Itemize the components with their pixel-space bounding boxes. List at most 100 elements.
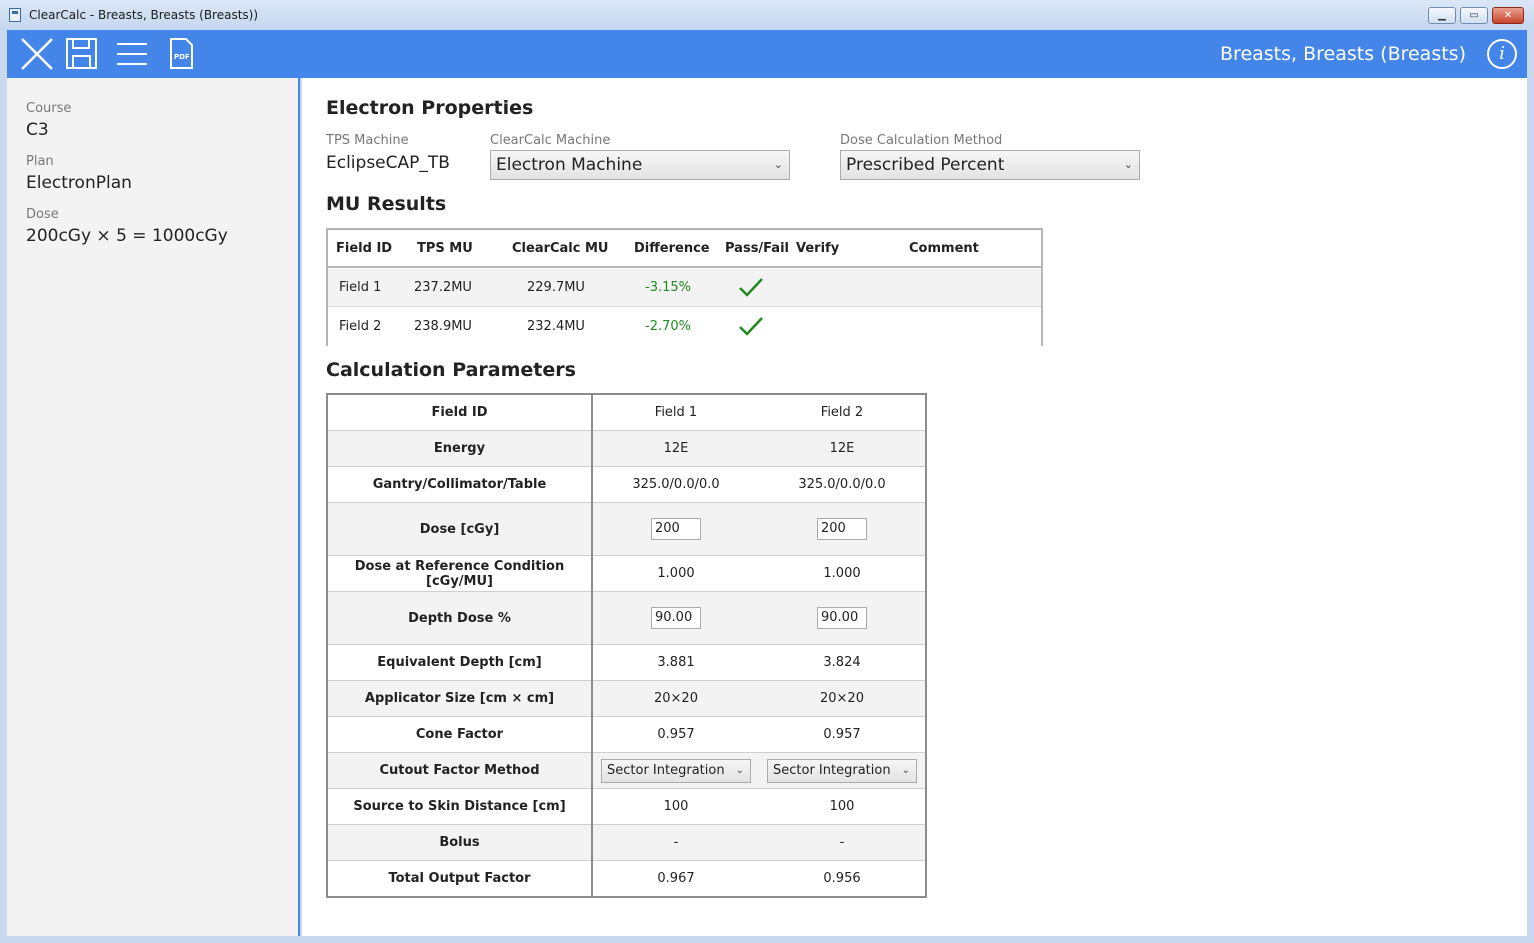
electron-properties-title: Electron Properties xyxy=(326,97,534,119)
chevron-down-icon: ⌄ xyxy=(773,158,783,171)
cutout-method-select[interactable]: Sector Integration ⌄ xyxy=(601,758,751,783)
param-label: Dose [cGy] xyxy=(326,502,593,556)
param-values: Sector Integration ⌄ Sector Integration ⌄ xyxy=(592,752,927,789)
param-value: 0.956 xyxy=(823,871,861,886)
field-id-cell: Field 1 xyxy=(339,280,382,295)
param-row: Cutout Factor Method Sector Integration ⌄ S… xyxy=(326,752,927,789)
maximize-button[interactable]: ▭ xyxy=(1460,7,1488,24)
param-value-cell: Sector Integration ⌄ xyxy=(593,753,759,788)
plan-label: Plan xyxy=(26,154,54,169)
mu-results-table: Field ID TPS MU ClearCalc MU Difference … xyxy=(326,228,1043,346)
clearcalc-mu-cell: 229.7MU xyxy=(527,280,585,295)
course-label: Course xyxy=(26,101,72,116)
param-label: Energy xyxy=(326,430,593,467)
param-value: - xyxy=(673,835,679,850)
info-icon[interactable]: i xyxy=(1487,39,1517,69)
svg-text:PDF: PDF xyxy=(174,53,190,61)
param-value: 1.000 xyxy=(657,566,695,581)
param-label: Gantry/Collimator/Table xyxy=(326,466,593,503)
save-icon[interactable] xyxy=(59,30,105,78)
window-titlebar: ClearCalc - Breasts, Breasts (Breasts)) … xyxy=(0,0,1534,30)
difference-cell: -3.15% xyxy=(645,280,691,295)
param-value-cell: 0.956 xyxy=(759,861,925,896)
column-header[interactable]: Verify xyxy=(796,241,839,256)
param-row: Source to Skin Distance [cm] 100 100 xyxy=(326,788,927,825)
param-values: 1.000 1.000 xyxy=(592,555,927,592)
tps-mu-cell: 237.2MU xyxy=(414,280,472,295)
param-values: 12E 12E xyxy=(592,430,927,467)
page-title: Breasts, Breasts (Breasts) xyxy=(1220,43,1466,65)
dose-value: 200cGy × 5 = 1000cGy xyxy=(26,226,228,246)
column-header[interactable]: Difference xyxy=(634,241,710,256)
param-input[interactable]: 90.00 xyxy=(817,606,867,629)
param-label: Equivalent Depth [cm] xyxy=(326,644,593,681)
param-value: Field 1 xyxy=(654,405,698,420)
param-value-cell: 325.0/0.0/0.0 xyxy=(759,467,925,502)
param-value: 3.824 xyxy=(823,655,861,670)
tps-machine-label: TPS Machine xyxy=(326,133,409,148)
param-values: 100 100 xyxy=(592,788,927,825)
param-input[interactable]: 200 xyxy=(817,517,867,540)
param-values: 90.00 90.00 xyxy=(592,591,927,645)
param-value: 0.957 xyxy=(823,727,861,742)
mu-results-title: MU Results xyxy=(326,193,447,215)
window-close-button[interactable]: ✕ xyxy=(1492,7,1524,24)
chevron-down-icon: ⌄ xyxy=(1123,158,1133,171)
param-value-cell: 90.00 xyxy=(593,592,759,644)
param-row: Bolus - - xyxy=(326,824,927,861)
dose-method-value: Prescribed Percent xyxy=(846,155,1005,175)
app-icon xyxy=(9,8,21,22)
pass-check-icon xyxy=(739,317,763,336)
param-label: Dose at Reference Condition [cGy/MU] xyxy=(326,555,593,592)
param-input[interactable]: 90.00 xyxy=(651,606,701,629)
param-label: Total Output Factor xyxy=(326,860,593,898)
column-header[interactable]: Comment xyxy=(909,241,979,256)
param-value: 325.0/0.0/0.0 xyxy=(798,477,886,492)
minimize-button[interactable]: ▁ xyxy=(1428,7,1456,24)
cutout-method-select[interactable]: Sector Integration ⌄ xyxy=(767,758,917,783)
param-label: Cone Factor xyxy=(326,716,593,753)
param-value: 12E xyxy=(663,441,689,456)
param-label: Bolus xyxy=(326,824,593,861)
param-values: Field 1 Field 2 xyxy=(592,393,927,431)
plan-value: ElectronPlan xyxy=(26,173,132,193)
param-input[interactable]: 200 xyxy=(651,517,701,540)
column-header[interactable]: Pass/Fail xyxy=(725,241,789,256)
pdf-export-icon[interactable]: PDF xyxy=(159,30,205,78)
table-row[interactable]: Field 2 238.9MU 232.4MU -2.70% xyxy=(328,308,1041,346)
param-value: 20×20 xyxy=(654,691,698,706)
param-value-cell: - xyxy=(759,825,925,860)
param-value: 100 xyxy=(663,799,689,814)
param-value-cell: 3.824 xyxy=(759,645,925,680)
dose-method-select[interactable]: Prescribed Percent ⌄ xyxy=(840,150,1140,180)
param-value-cell: 0.957 xyxy=(759,717,925,752)
dose-label: Dose xyxy=(26,207,59,222)
menu-icon[interactable] xyxy=(109,30,155,78)
column-header[interactable]: ClearCalc MU xyxy=(512,241,609,256)
clearcalc-mu-cell: 232.4MU xyxy=(527,319,585,334)
param-value-cell: 0.967 xyxy=(593,861,759,896)
param-value: 325.0/0.0/0.0 xyxy=(632,477,720,492)
param-value-cell: 200 xyxy=(759,503,925,555)
column-header[interactable]: TPS MU xyxy=(417,241,473,256)
table-row[interactable]: Field 1 237.2MU 229.7MU -3.15% xyxy=(328,269,1041,307)
dose-method-label: Dose Calculation Method xyxy=(840,133,1003,148)
clearcalc-machine-select[interactable]: Electron Machine ⌄ xyxy=(490,150,790,180)
chevron-down-icon: ⌄ xyxy=(735,764,744,776)
clearcalc-machine-label: ClearCalc Machine xyxy=(490,133,611,148)
param-row: Depth Dose % 90.00 90.00 xyxy=(326,591,927,645)
param-value: 1.000 xyxy=(823,566,861,581)
param-value-cell: 325.0/0.0/0.0 xyxy=(593,467,759,502)
param-value-cell: 100 xyxy=(759,789,925,824)
column-header[interactable]: Field ID xyxy=(336,241,392,256)
param-value-cell: 1.000 xyxy=(759,556,925,591)
close-icon[interactable] xyxy=(13,30,59,78)
param-label: Applicator Size [cm × cm] xyxy=(326,680,593,717)
param-value-cell: 12E xyxy=(593,431,759,466)
param-value-cell: 0.957 xyxy=(593,717,759,752)
chevron-down-icon: ⌄ xyxy=(901,764,910,776)
param-value-cell: 100 xyxy=(593,789,759,824)
param-values: 20×20 20×20 xyxy=(592,680,927,717)
param-value: Field 2 xyxy=(820,405,864,420)
param-value-cell: - xyxy=(593,825,759,860)
